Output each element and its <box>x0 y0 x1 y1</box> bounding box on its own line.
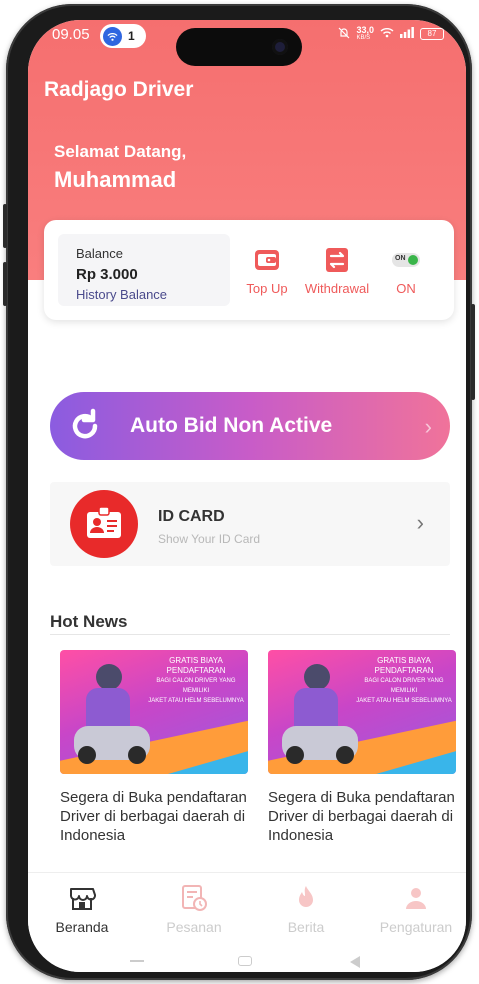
withdrawal-button[interactable]: Withdrawal <box>300 246 374 296</box>
nav-label: Berita <box>287 919 325 935</box>
user-name: Muhammad <box>54 167 177 192</box>
nav-pengaturan[interactable]: Pengaturan <box>366 883 466 935</box>
notification-count: 1 <box>128 29 135 43</box>
id-card-icon <box>70 490 138 558</box>
driver-illustration <box>282 664 358 764</box>
back-icon[interactable] <box>350 956 360 968</box>
status-icons: 33,0 KB/S 87 <box>338 26 444 42</box>
banner-text-line1: GRATIS BIAYA PENDAFTARAN <box>374 656 434 675</box>
banner-text-line2: BAGI CALON DRIVER YANG MEMILIKI <box>364 678 444 694</box>
nav-label: Pesanan <box>166 919 222 935</box>
banner-text-line3: JAKET ATAU HELM SEBELUMNYA <box>148 698 244 704</box>
wifi-share-icon <box>103 26 122 46</box>
status-on-label: ON <box>396 281 416 296</box>
recent-apps-icon[interactable] <box>130 960 144 962</box>
chevron-right-icon: › <box>424 414 432 439</box>
driver-illustration <box>74 664 150 764</box>
refresh-icon <box>50 392 120 460</box>
wifi-icon <box>380 27 394 41</box>
volume-down-button <box>3 262 7 306</box>
nav-beranda[interactable]: Beranda <box>32 883 132 935</box>
balance-box: Balance Rp 3.000 History Balance <box>58 234 230 306</box>
volume-up-button <box>3 204 7 248</box>
notification-pill: 1 <box>100 24 146 48</box>
user-icon <box>401 883 431 913</box>
mute-icon <box>338 27 350 42</box>
phone-frame: 09.05 1 33,0 KB/S 87 Radjago Driver Sela… <box>3 4 475 980</box>
nav-label: Beranda <box>55 919 109 935</box>
banner-text-line3: JAKET ATAU HELM SEBELUMNYA <box>356 698 452 704</box>
id-card-row[interactable]: ID CARD Show Your ID Card › <box>50 482 450 566</box>
withdrawal-label: Withdrawal <box>304 281 370 296</box>
driver-status-toggle[interactable]: ON ON <box>388 246 424 296</box>
news-card[interactable]: GRATIS BIAYA PENDAFTARAN BAGI CALON DRIV… <box>60 650 248 845</box>
auto-bid-label: Auto Bid Non Active <box>130 414 333 437</box>
top-up-label: Top Up <box>246 281 288 296</box>
signal-icon <box>400 27 414 41</box>
toggle-badge: ON <box>395 255 406 262</box>
home-icon[interactable] <box>238 956 252 966</box>
auto-bid-button[interactable]: Auto Bid Non Active › <box>50 392 450 460</box>
network-speed: 33,0 <box>356 25 374 35</box>
wallet-card: Balance Rp 3.000 History Balance Top Up … <box>44 220 454 320</box>
system-nav-bar <box>28 956 466 972</box>
welcome-text: Selamat Datang, <box>54 142 187 161</box>
battery-indicator: 87 <box>420 28 444 40</box>
balance-label: Balance <box>76 246 123 261</box>
hot-news-divider <box>50 634 450 635</box>
wallet-icon <box>253 246 281 274</box>
order-history-icon <box>179 883 209 913</box>
status-time: 09.05 <box>52 26 90 43</box>
nav-pesanan[interactable]: Pesanan <box>144 883 244 935</box>
chevron-right-icon: › <box>416 510 424 535</box>
network-unit: KB/S <box>356 35 371 41</box>
news-card[interactable]: GRATIS BIAYA PENDAFTARAN BAGI CALON DRIV… <box>268 650 456 845</box>
nav-label: Pengaturan <box>379 919 453 935</box>
news-title: Segera di Buka pendaftaran Driver di ber… <box>268 789 455 844</box>
news-banner-image: GRATIS BIAYA PENDAFTARAN BAGI CALON DRIV… <box>60 650 248 774</box>
hot-news-title: Hot News <box>50 612 128 631</box>
store-icon <box>67 883 97 913</box>
power-button <box>471 304 475 400</box>
id-card-title: ID CARD <box>158 508 225 525</box>
balance-value: Rp 3.000 <box>76 266 138 283</box>
screen: 09.05 1 33,0 KB/S 87 Radjago Driver Sela… <box>28 20 466 972</box>
top-up-button[interactable]: Top Up <box>240 246 294 296</box>
flame-icon <box>291 883 321 913</box>
nav-berita[interactable]: Berita <box>256 883 356 935</box>
id-card-subtitle: Show Your ID Card <box>158 532 261 546</box>
dynamic-island <box>176 28 302 66</box>
banner-text-line1: GRATIS BIAYA PENDAFTARAN <box>166 656 226 675</box>
news-banner-image: GRATIS BIAYA PENDAFTARAN BAGI CALON DRIV… <box>268 650 456 774</box>
front-camera <box>272 39 288 55</box>
news-title: Segera di Buka pendaftaran Driver di ber… <box>60 789 247 844</box>
on-toggle-icon: ON <box>392 246 420 274</box>
history-balance-link[interactable]: History Balance <box>76 287 230 302</box>
banner-text-line2: BAGI CALON DRIVER YANG MEMILIKI <box>156 678 236 694</box>
transfer-icon <box>323 246 351 274</box>
app-title: Radjago Driver <box>44 78 194 101</box>
